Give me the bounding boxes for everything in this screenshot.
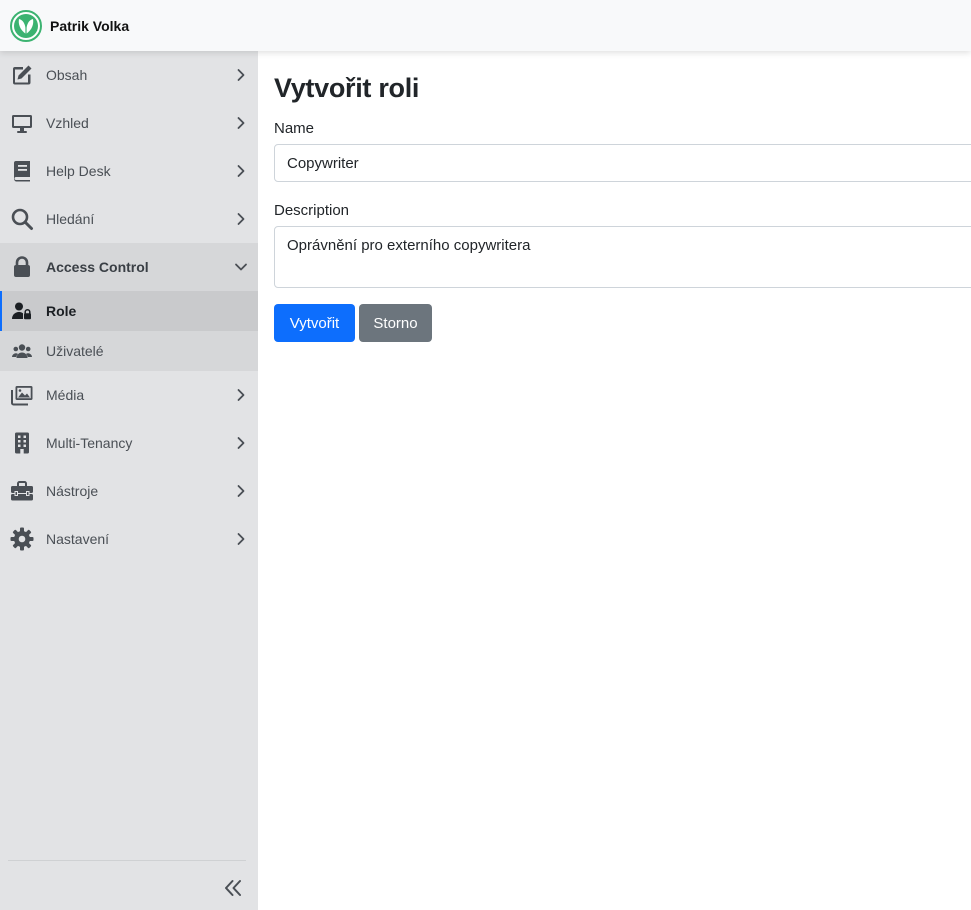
sidebar-item-label: Multi-Tenancy [46,435,133,451]
sidebar-item-label: Obsah [46,67,88,83]
sidebar-item-nastaveni[interactable]: Nastavení [0,515,258,563]
collapse-sidebar-button[interactable] [222,878,244,898]
chevron-right-icon [234,212,248,226]
gear-icon [10,527,34,551]
user-name: Patrik Volka [50,17,130,34]
sidebar-item-obsah[interactable]: Obsah [0,51,258,99]
sidebar-item-label: Nastavení [46,531,110,547]
monitor-icon [10,111,34,135]
sidebar-item-label: Hledání [46,211,95,227]
building-icon [10,431,34,455]
sidebar-item-label: Access Control [46,259,149,275]
sidebar: Obsah Vzhled Help Desk Hledání Access Co… [0,51,258,910]
sidebar-item-label: Role [46,303,77,319]
sidebar-item-media[interactable]: Média [0,371,258,419]
sidebar-item-label: Média [46,387,85,403]
chevron-right-icon [234,164,248,178]
brand-logo-icon [10,9,42,42]
sidebar-item-access-control[interactable]: Access Control [0,243,258,291]
sidebar-item-multi-tenancy[interactable]: Multi-Tenancy [0,419,258,467]
sidebar-item-vzhled[interactable]: Vzhled [0,99,258,147]
chevron-right-icon [234,68,248,82]
sidebar-item-label: Vzhled [46,115,89,131]
sidebar-item-help-desk[interactable]: Help Desk [0,147,258,195]
sidebar-item-hledani[interactable]: Hledání [0,195,258,243]
cancel-button[interactable]: Storno [359,304,432,342]
description-textarea[interactable]: Oprávnění pro externího copywritera [274,226,971,288]
sidebar-divider [8,860,246,861]
sidebar-item-nastroje[interactable]: Nástroje [0,467,258,515]
images-icon [10,383,34,407]
chevron-right-icon [234,484,248,498]
edit-icon [10,63,34,87]
create-button[interactable]: Vytvořit [274,304,355,342]
users-icon [12,342,32,360]
top-bar: Patrik Volka [0,0,971,51]
toolbox-icon [10,479,34,503]
book-icon [10,159,34,183]
chevron-right-icon [234,388,248,402]
chevron-right-icon [234,436,248,450]
double-chevron-left-icon [225,880,241,896]
chevron-right-icon [234,532,248,546]
search-icon [10,207,34,231]
sidebar-item-label: Uživatelé [46,343,104,359]
name-label: Name [274,120,315,137]
name-input[interactable] [274,144,971,182]
sidebar-subitem-role[interactable]: Role [0,291,258,331]
user-lock-icon [12,302,32,320]
sidebar-item-label: Help Desk [46,163,111,179]
description-label: Description [274,202,350,219]
sidebar-subitem-uzivatele[interactable]: Uživatelé [0,331,258,371]
page-title: Vytvořit roli [274,73,420,103]
chevron-right-icon [234,116,248,130]
main-content: Vytvořit roli Name Description Oprávnění… [258,51,971,910]
sidebar-item-label: Nástroje [46,483,99,499]
lock-icon [10,255,34,279]
chevron-down-icon [234,260,248,274]
brand[interactable]: Patrik Volka [10,9,130,42]
